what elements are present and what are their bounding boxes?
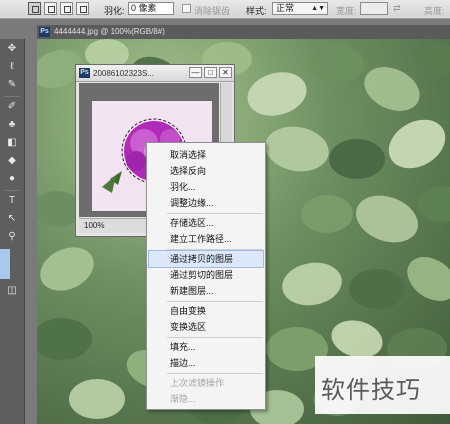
menu-item-inverse[interactable]: 选择反向 (149, 163, 263, 179)
photoshop-doc-icon: Ps (79, 68, 90, 78)
feather-input[interactable]: 0 像素 (128, 2, 174, 15)
antialias-checkbox[interactable] (182, 4, 191, 13)
watermark-text: 软件技巧 (321, 376, 421, 404)
document-title: 4444444.jpg @ 100%(RGB/8#) (54, 27, 165, 36)
menu-item-refine-edge[interactable]: 调整边缘... (149, 195, 263, 211)
close-button[interactable]: ✕ (219, 67, 232, 78)
options-bar: 羽化: 0 像素 消除锯齿 样式: 正常 ▲▼ 宽度: ⇄ 高度: (0, 0, 450, 19)
menu-item-free-transform[interactable]: 自由变换 (149, 303, 263, 319)
move-icon[interactable]: ✥ (4, 41, 20, 57)
menu-item-make-work-path[interactable]: 建立工作路径... (149, 231, 263, 247)
menu-separator (167, 373, 263, 374)
floating-window-title: 20086102323S... (93, 69, 154, 78)
document-tab[interactable]: Ps 4444444.jpg @ 100%(RGB/8#) (37, 25, 450, 39)
dodge-icon[interactable]: ● (4, 171, 20, 187)
floating-window-titlebar[interactable]: Ps 20086102323S... — □ ✕ (76, 65, 234, 82)
toolbox: ✥ ℓ ✎ ✐ ♣ ◧ ◆ ● ✒ T ↖ ⚲ ◫ (0, 39, 25, 424)
style-label: 样式: (246, 6, 267, 16)
width-label: 宽度: (336, 6, 357, 16)
menu-item-feather[interactable]: 羽化... (149, 179, 263, 195)
menu-item-deselect[interactable]: 取消选择 (149, 147, 263, 163)
toolbox-divider (4, 190, 20, 191)
foreground-color-swatch[interactable] (0, 249, 10, 279)
menu-item-last-filter: 上次滤镜操作 (170, 378, 225, 388)
path-select-icon[interactable]: ↖ (4, 211, 20, 227)
menu-item-transform-selection[interactable]: 变换选区 (149, 319, 263, 335)
restore-button[interactable]: □ (204, 67, 217, 78)
style-select[interactable]: 正常 ▲▼ (272, 2, 328, 15)
menu-separator (167, 213, 263, 214)
menu-item-fade: 渐隐... (170, 394, 196, 404)
quickmask-icon[interactable]: ◫ (4, 283, 20, 299)
height-label: 高度: (424, 6, 445, 16)
style-select-value: 正常 (276, 3, 295, 13)
menu-separator (167, 301, 263, 302)
zoom-level[interactable]: 100% (84, 221, 104, 230)
magic-wand-icon[interactable]: ✎ (4, 77, 20, 93)
stamp-icon[interactable]: ♣ (4, 117, 20, 133)
menu-item-save-selection[interactable]: 存储选区... (149, 215, 263, 231)
menu-item-new-layer[interactable]: 新建图层... (149, 283, 263, 299)
menu-separator (167, 249, 263, 250)
menu-item-fill[interactable]: 填充... (149, 339, 263, 355)
subtract-selection-mode-button[interactable] (60, 2, 73, 15)
menu-item-layer-via-cut[interactable]: 通过剪切的图层 (149, 267, 263, 283)
zoom-icon[interactable]: ⚲ (4, 229, 20, 245)
eraser-icon[interactable]: ◧ (4, 135, 20, 151)
add-selection-mode-button[interactable] (44, 2, 57, 15)
context-menu: 取消选择 选择反向 羽化... 调整边缘... 存储选区... 建立工作路径..… (146, 142, 266, 410)
new-selection-mode-button[interactable] (28, 2, 41, 15)
brush-icon[interactable]: ✐ (4, 99, 20, 115)
swap-icon[interactable]: ⇄ (393, 3, 401, 14)
intersect-selection-mode-button[interactable] (76, 2, 89, 15)
chevron-down-icon: ▲▼ (311, 5, 325, 12)
minimize-button[interactable]: — (189, 67, 202, 78)
menu-separator (167, 337, 263, 338)
watermark: 软件技巧 (315, 356, 450, 414)
type-icon[interactable]: T (4, 193, 20, 209)
width-input[interactable] (360, 2, 388, 15)
toolbox-divider (4, 96, 20, 97)
bucket-icon[interactable]: ◆ (4, 153, 20, 169)
menu-item-layer-via-copy[interactable]: 通过拷贝的图层 (148, 250, 264, 268)
photoshop-doc-icon: Ps (39, 27, 50, 37)
menu-item-stroke[interactable]: 描边... (149, 355, 263, 371)
antialias-label: 消除锯齿 (194, 6, 231, 16)
lasso-icon[interactable]: ℓ (4, 59, 20, 75)
feather-label: 羽化: (104, 6, 125, 16)
